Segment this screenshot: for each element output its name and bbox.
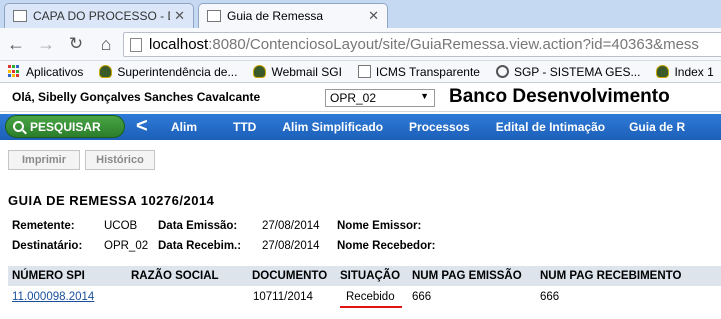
column-header-documento[interactable]: DOCUMENTO bbox=[252, 270, 327, 282]
nav-item-ttd[interactable]: TTD bbox=[233, 120, 256, 134]
column-header-num-pag-emissao[interactable]: NUM PAG EMISSÃO bbox=[412, 270, 522, 282]
documento-cell: 10711/2014 bbox=[253, 291, 313, 303]
back-arrow-icon[interactable]: ← bbox=[6, 34, 26, 54]
chevron-down-icon: ▼ bbox=[420, 91, 429, 101]
user-greeting: Olá, Sibelly Gonçalves Sanches Cavalcant… bbox=[12, 90, 261, 104]
profile-select-value: OPR_02 bbox=[330, 91, 377, 105]
browser-tab-guia[interactable]: Guia de Remessa ✕ bbox=[198, 3, 388, 28]
nav-item-guia-remessa[interactable]: Guia de R bbox=[629, 120, 685, 134]
sender-value: UCOB bbox=[104, 220, 138, 232]
status-highlight-underline bbox=[340, 306, 402, 308]
search-button[interactable]: PESQUISAR bbox=[5, 115, 125, 138]
bookmark-label: SGP - SISTEMA GES... bbox=[513, 64, 641, 79]
page-icon bbox=[357, 65, 371, 78]
nav-item-processos[interactable]: Processos bbox=[409, 120, 470, 134]
home-icon[interactable]: ⌂ bbox=[96, 34, 116, 54]
reload-icon[interactable]: ↻ bbox=[66, 34, 86, 54]
bookmark-index[interactable]: Index 1 bbox=[656, 64, 714, 79]
gear-icon bbox=[495, 65, 509, 78]
table-header: NÚMERO SPI RAZÃO SOCIAL DOCUMENTO SITUAÇ… bbox=[8, 266, 721, 286]
bookmark-superintendencia[interactable]: Superintendência de... bbox=[99, 65, 237, 79]
document-icon bbox=[207, 10, 221, 22]
nav-prev-arrow-icon[interactable]: < bbox=[136, 115, 148, 137]
column-header-numero-spi[interactable]: NÚMERO SPI bbox=[12, 270, 85, 282]
browser-toolbar: ← → ↻ ⌂ localhost:8080/ContenciosoLayout… bbox=[0, 28, 721, 61]
num-pag-emissao-cell: 666 bbox=[412, 291, 432, 303]
tab-label: Guia de Remessa bbox=[227, 9, 324, 23]
browser-tab-strip: CAPA DO PROCESSO - DO ✕ Guia de Remessa … bbox=[0, 0, 721, 28]
apps-icon bbox=[8, 65, 21, 78]
document-icon bbox=[13, 10, 27, 22]
bookmark-label: Index 1 bbox=[674, 64, 714, 79]
table-row: 11.000098.2014 10711/2014 Recebido 666 6… bbox=[8, 287, 721, 307]
address-bar[interactable]: localhost:8080/ContenciosoLayout/site/Gu… bbox=[123, 32, 721, 57]
search-button-label: PESQUISAR bbox=[30, 119, 101, 134]
profile-select[interactable]: OPR_02 ▼ bbox=[325, 89, 435, 107]
browser-tab-capa[interactable]: CAPA DO PROCESSO - DO ✕ bbox=[4, 3, 194, 28]
nav-menu: Alim TTD Alim Simplificado Processos Edi… bbox=[171, 120, 685, 134]
page-title: GUIA DE REMESSA 10276/2014 bbox=[8, 193, 215, 208]
url-path: :8080/ContenciosoLayout/site/GuiaRemessa… bbox=[208, 36, 699, 53]
recipient-label: Destinatário: bbox=[12, 240, 83, 252]
emission-date-label: Data Emissão: bbox=[158, 220, 238, 232]
bookmarks-bar: Aplicativos Superintendência de... Webma… bbox=[0, 61, 721, 83]
owl-icon bbox=[99, 65, 113, 78]
bookmark-webmail[interactable]: Webmail SGI bbox=[253, 64, 342, 79]
receipt-date-value: 27/08/2014 bbox=[262, 240, 320, 252]
bookmark-icms[interactable]: ICMS Transparente bbox=[357, 64, 480, 79]
column-header-razao-social[interactable]: RAZÃO SOCIAL bbox=[131, 270, 219, 282]
bookmark-label: Webmail SGI bbox=[271, 64, 342, 79]
emission-date-value: 27/08/2014 bbox=[262, 220, 320, 232]
emitter-name-label: Nome Emissor: bbox=[337, 220, 422, 232]
nav-item-edital-intimacao[interactable]: Edital de Intimação bbox=[496, 120, 605, 134]
main-navbar: PESQUISAR < Alim TTD Alim Simplificado P… bbox=[0, 114, 721, 140]
search-icon bbox=[13, 121, 24, 132]
receipt-date-label: Data Recebim.: bbox=[158, 240, 242, 252]
owl-icon bbox=[656, 65, 670, 78]
history-button[interactable]: Histórico bbox=[85, 150, 155, 170]
column-header-num-pag-recebimento[interactable]: NUM PAG RECEBIMENTO bbox=[540, 270, 681, 282]
nav-item-alim[interactable]: Alim bbox=[171, 120, 197, 134]
bookmark-label: Aplicativos bbox=[26, 64, 84, 79]
bookmark-label: ICMS Transparente bbox=[375, 64, 480, 79]
sender-label: Remetente: bbox=[12, 220, 75, 232]
bank-name: Banco Desenvolvimento bbox=[449, 86, 670, 107]
receiver-name-label: Nome Recebedor: bbox=[337, 240, 436, 252]
close-icon[interactable]: ✕ bbox=[368, 8, 379, 24]
page-icon bbox=[130, 37, 142, 52]
bookmark-label: Superintendência de... bbox=[117, 64, 238, 79]
app-header: Olá, Sibelly Gonçalves Sanches Cavalcant… bbox=[0, 84, 721, 112]
bookmark-aplicativos[interactable]: Aplicativos bbox=[8, 65, 83, 79]
situacao-cell: Recebido bbox=[346, 291, 395, 303]
spi-number-link[interactable]: 11.000098.2014 bbox=[12, 291, 94, 303]
recipient-value: OPR_02 bbox=[104, 240, 149, 252]
print-button[interactable]: Imprimir bbox=[8, 150, 80, 170]
url-host: localhost bbox=[149, 36, 209, 53]
num-pag-recebimento-cell: 666 bbox=[540, 291, 560, 303]
close-icon[interactable]: ✕ bbox=[174, 8, 185, 24]
column-header-situacao[interactable]: SITUAÇÃO bbox=[340, 270, 400, 282]
owl-icon bbox=[253, 65, 267, 78]
bookmark-sgp[interactable]: SGP - SISTEMA GES... bbox=[495, 64, 641, 79]
forward-arrow-icon[interactable]: → bbox=[36, 34, 56, 54]
tab-label: CAPA DO PROCESSO - DO bbox=[33, 9, 170, 23]
nav-item-alim-simplificado[interactable]: Alim Simplificado bbox=[282, 120, 383, 134]
